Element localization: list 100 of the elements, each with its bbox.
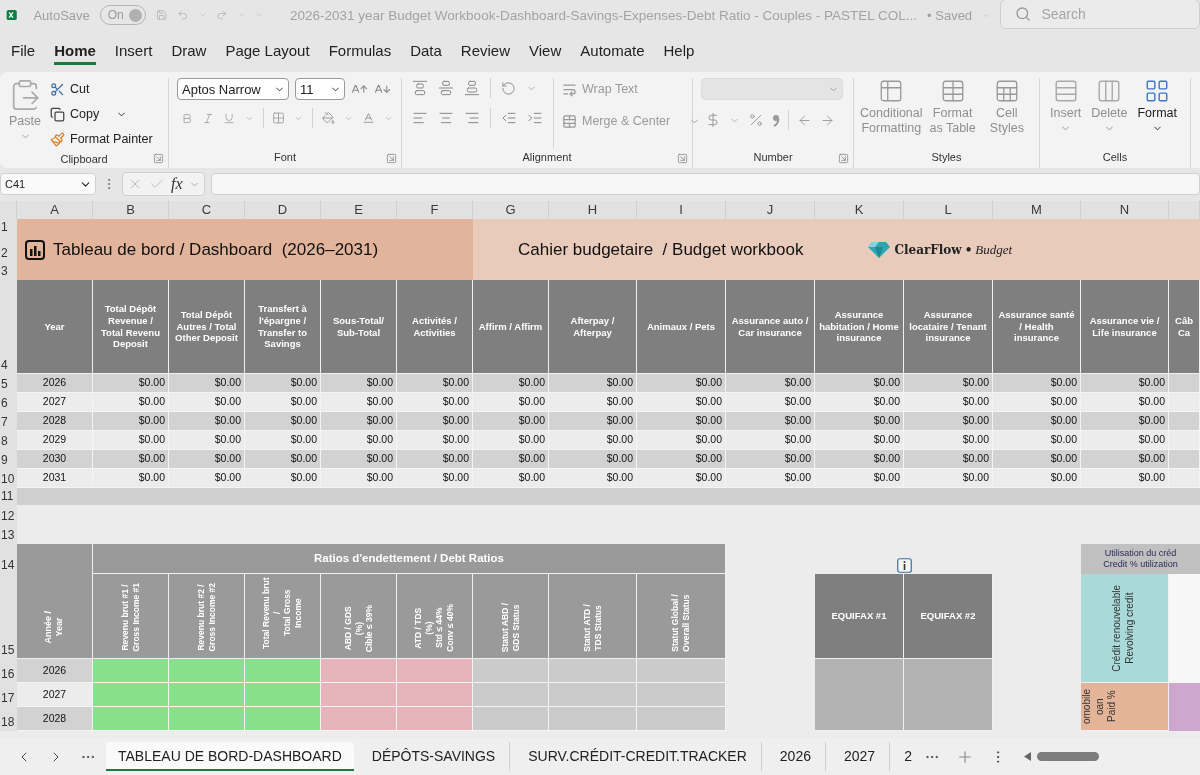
column-heading: Revenu brut #1 / Gross Income #1 [93, 574, 169, 659]
column-header[interactable]: A [17, 201, 93, 219]
table-cell: $0.00 [815, 431, 904, 450]
sheet-tab[interactable]: SURV.CRÉDIT-CREDIT.TRACKER [514, 741, 762, 772]
row-header[interactable]: 3 [0, 262, 17, 280]
launcher-icon[interactable] [838, 153, 849, 164]
column-header[interactable]: L [904, 201, 993, 219]
sheet-tab[interactable]: 2027 [829, 741, 891, 772]
column-header[interactable]: C [169, 201, 245, 219]
table-cell: $0.00 [93, 374, 169, 393]
table-cell: $0.00 [904, 374, 993, 393]
menu-tab[interactable]: Data [410, 37, 442, 65]
column-heading: Sous-Total/ Sub-Total [321, 280, 397, 374]
menu-tab[interactable]: Home [54, 37, 96, 65]
font-size-dropdown[interactable]: 11 [295, 78, 345, 100]
menu-tab[interactable]: Review [460, 37, 511, 65]
font-name-dropdown[interactable]: Aptos Narrow [177, 78, 289, 100]
cells-button[interactable]: Format [1137, 78, 1177, 148]
name-box[interactable]: C41 [0, 173, 96, 195]
column-header[interactable]: E [321, 201, 397, 219]
copy-button[interactable]: Copy [50, 103, 153, 125]
row-header[interactable]: 9 [0, 450, 17, 469]
column-header[interactable] [1169, 201, 1200, 219]
select-all-corner[interactable] [0, 201, 17, 219]
row-header[interactable]: 14 [0, 544, 17, 574]
align-right-icon[interactable] [464, 110, 480, 126]
launcher-icon[interactable] [677, 153, 688, 164]
comma-icon[interactable] [772, 113, 780, 127]
column-header[interactable]: B [93, 201, 169, 219]
format-painter-button[interactable]: Format Painter [50, 128, 153, 150]
column-heading: Assurance locataire / Tenant insurance [904, 280, 993, 374]
align-top-icon[interactable] [412, 80, 428, 96]
decrease-decimal-icon[interactable] [797, 112, 812, 128]
align-middle-icon[interactable] [438, 80, 454, 96]
menu-tab[interactable]: Help [663, 37, 695, 65]
menu-tab[interactable]: File [11, 37, 36, 65]
column-heading: Total Dépôt Revenue / Total Revenu Deposit [93, 280, 169, 374]
column-heading: Statut Global / Overall Status [637, 574, 726, 659]
column-header[interactable]: N [1081, 201, 1169, 219]
row-header[interactable]: 7 [0, 412, 17, 431]
info-icon[interactable] [896, 558, 912, 573]
align-bottom-icon[interactable] [464, 80, 480, 96]
orientation-icon[interactable] [501, 80, 516, 96]
column-header[interactable]: I [637, 201, 726, 219]
font-color-icon[interactable] [362, 110, 375, 126]
row-header[interactable]: 5 [0, 374, 17, 393]
launcher-icon[interactable] [386, 153, 397, 164]
cut-button[interactable]: Cut [50, 78, 153, 100]
insert-function-button[interactable]: fx [171, 175, 183, 193]
sheet-tab[interactable]: TABLEAU DE BORD-DASHBOARD [106, 742, 354, 771]
menu-tab[interactable]: View [529, 37, 562, 65]
row-header[interactable]: 17 [0, 683, 17, 707]
align-center-icon[interactable] [438, 110, 454, 126]
column-header[interactable]: D [245, 201, 321, 219]
row-header[interactable]: 8 [0, 431, 17, 450]
decrease-indent-icon[interactable] [501, 110, 517, 126]
column-heading: Transfert à l'épargne / Transfer to Savings [245, 280, 321, 374]
row-header[interactable]: 12 [0, 505, 17, 525]
row-header[interactable]: 10 [0, 469, 17, 488]
table-cell: $0.00 [397, 374, 473, 393]
align-left-icon[interactable] [412, 110, 428, 126]
row-header[interactable]: 15 [0, 574, 17, 659]
menu-tab[interactable]: Insert [114, 37, 153, 65]
column-header[interactable]: M [993, 201, 1081, 219]
logo-name: ClearFlow [894, 242, 962, 257]
fill-color-icon[interactable] [322, 110, 336, 126]
row-header[interactable]: 2 [0, 236, 17, 262]
percent-icon[interactable] [748, 112, 764, 128]
table-cell: $0.00 [397, 393, 473, 412]
column-header[interactable]: F [397, 201, 473, 219]
sheet-tab[interactable]: 2026 [765, 741, 826, 772]
table-cell: $0.00 [637, 469, 726, 488]
row-header[interactable]: 18 [0, 707, 17, 731]
sheet-tab[interactable]: 2 [894, 741, 914, 772]
column-header[interactable]: H [549, 201, 637, 219]
menu-tab[interactable]: Automate [580, 37, 645, 65]
menu-tab[interactable]: Formulas [328, 37, 392, 65]
column-header[interactable]: K [815, 201, 904, 219]
increase-decimal-icon[interactable] [820, 112, 835, 128]
column-header[interactable]: G [473, 201, 549, 219]
scroll-left-icon[interactable] [1023, 752, 1031, 761]
year-heading: Année / Year [17, 544, 93, 659]
column-header[interactable]: J [726, 201, 815, 219]
sheet-tab[interactable]: DÉPÔTS-SAVINGS [357, 741, 511, 772]
row-header[interactable]: 6 [0, 393, 17, 412]
increase-indent-icon[interactable] [527, 110, 543, 126]
row-header[interactable]: 13 [0, 525, 17, 544]
table-cell [1169, 374, 1200, 393]
row-header[interactable]: 11 [0, 488, 17, 505]
currency-icon[interactable] [705, 112, 721, 128]
table-cell [1169, 412, 1200, 431]
row-header[interactable]: 16 [0, 659, 17, 683]
menu-tab[interactable]: Draw [171, 37, 207, 65]
launcher-icon[interactable] [153, 153, 164, 164]
borders-icon[interactable] [272, 110, 286, 126]
scrollbar-thumb[interactable] [1036, 752, 1099, 761]
row-header[interactable]: 1 [0, 219, 17, 236]
menu-tab[interactable]: Page Layout [225, 37, 310, 65]
row-header[interactable]: 4 [0, 280, 17, 374]
formula-field[interactable] [210, 173, 1200, 195]
